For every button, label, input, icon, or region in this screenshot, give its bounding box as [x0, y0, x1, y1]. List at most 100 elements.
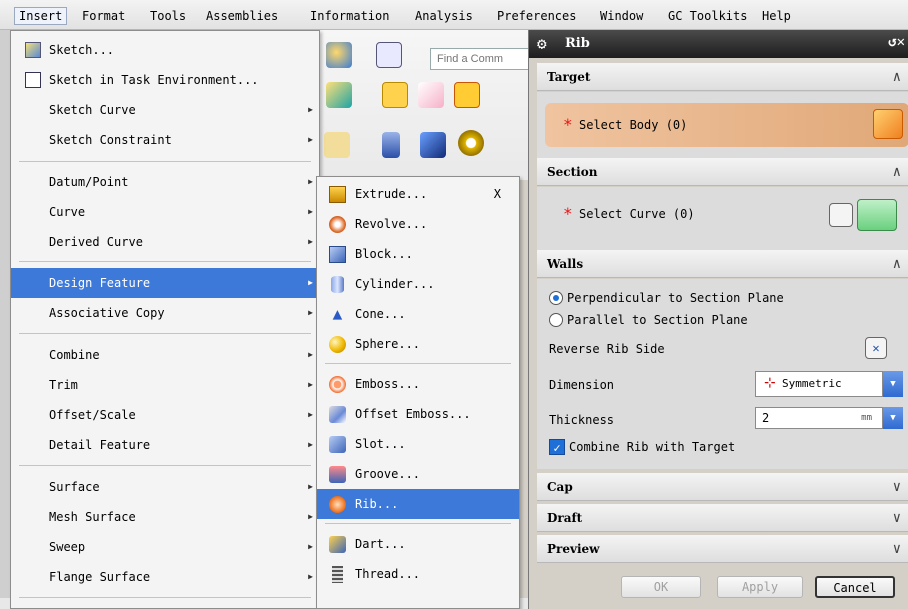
menu-item-sketch[interactable]: Sketch...	[11, 35, 319, 65]
thickness-input[interactable]: 2 mm	[755, 407, 883, 429]
menu-tools[interactable]: Tools	[146, 7, 190, 25]
menu-item-sketch-constraint[interactable]: Sketch Constraint ▶	[11, 125, 319, 155]
select-body-label: Select Body (0)	[579, 118, 688, 132]
extrude-tool-icon[interactable]	[382, 82, 408, 108]
menu-item-offset-scale[interactable]: Offset/Scale ▶	[11, 400, 319, 430]
menu-item-rib[interactable]: Rib...	[317, 489, 519, 519]
revolve-tool-icon[interactable]	[418, 82, 444, 108]
reset-close-icon[interactable]: ↺✕	[888, 34, 905, 50]
section-header-preview[interactable]: Preview ∨	[537, 535, 908, 563]
menu-item-detail-feature[interactable]: Detail Feature ▶	[11, 430, 319, 460]
section-header-cap[interactable]: Cap ∨	[537, 473, 908, 501]
select-body-cube-icon[interactable]	[873, 109, 903, 139]
radio-perpendicular[interactable]	[549, 291, 563, 305]
radio-parallel[interactable]	[549, 313, 563, 327]
spring-tool-icon[interactable]	[458, 130, 484, 156]
submenu-arrow-icon: ▶	[308, 177, 313, 186]
menu-item-block[interactable]: Block...	[317, 239, 519, 269]
section-header-draft[interactable]: Draft ∨	[537, 504, 908, 532]
menu-item-surface[interactable]: Surface ▶	[11, 472, 319, 502]
menu-item-extrude[interactable]: Extrude... X	[317, 179, 519, 209]
hole-tool-icon[interactable]	[324, 132, 350, 158]
menu-item-thread[interactable]: Thread...	[317, 559, 519, 589]
sketch-section-icon[interactable]	[829, 203, 853, 227]
menu-item-revolve[interactable]: Revolve...	[317, 209, 519, 239]
thread-tool-icon[interactable]	[420, 132, 446, 158]
menu-item-label: Mesh Surface	[49, 510, 136, 524]
sketch-tool-icon[interactable]	[326, 82, 352, 108]
menu-item-emboss[interactable]: Emboss...	[317, 369, 519, 399]
reverse-direction-icon[interactable]: ✕	[865, 337, 887, 359]
apply-button[interactable]: Apply	[717, 576, 803, 598]
menu-item-cylinder[interactable]: Cylinder...	[317, 269, 519, 299]
menu-format[interactable]: Format	[78, 7, 129, 25]
command-search-input[interactable]	[430, 48, 535, 70]
menu-insert[interactable]: Insert	[14, 7, 68, 25]
submenu-arrow-icon: ▶	[308, 482, 313, 491]
menu-preferences[interactable]: Preferences	[493, 7, 580, 25]
section-title: Walls	[547, 257, 584, 271]
menu-assemblies[interactable]: Assemblies	[202, 7, 282, 25]
menu-item-sphere[interactable]: Sphere...	[317, 329, 519, 359]
menu-item-combine[interactable]: Combine ▶	[11, 340, 319, 370]
chevron-down-icon: ∨	[892, 541, 901, 557]
cylinder-tool-icon[interactable]	[382, 132, 400, 158]
thickness-value: 2	[762, 411, 770, 425]
menu-item-label: Groove...	[355, 467, 421, 481]
menu-separator	[325, 363, 511, 364]
section-header-target[interactable]: Target ∧	[537, 63, 908, 91]
menu-item-datum-point[interactable]: Datum/Point ▶	[11, 167, 319, 197]
menu-item-groove[interactable]: Groove...	[317, 459, 519, 489]
menu-item-curve[interactable]: Curve ▶	[11, 197, 319, 227]
view-orient-icon[interactable]	[326, 42, 352, 68]
menu-item-label: Offset/Scale	[49, 408, 136, 422]
menu-item-label: Design Feature	[49, 276, 151, 290]
menu-window[interactable]: Window	[596, 7, 647, 25]
menu-item-slot[interactable]: Slot...	[317, 429, 519, 459]
sweep-tool-icon[interactable]	[454, 82, 480, 108]
menu-item-label: Derived Curve	[49, 235, 143, 249]
dialog-title: Rib	[565, 36, 590, 51]
menu-item-mesh-surface[interactable]: Mesh Surface ▶	[11, 502, 319, 532]
combine-checkbox[interactable]: ✓	[549, 439, 565, 455]
menu-analysis[interactable]: Analysis	[411, 7, 477, 25]
menu-item-flange-surface[interactable]: Flange Surface ▶	[11, 562, 319, 592]
section-body-section: * Select Curve (0)	[537, 187, 908, 250]
menu-item-derived-curve[interactable]: Derived Curve ▶	[11, 227, 319, 257]
reverse-rib-side-label: Reverse Rib Side	[549, 342, 665, 356]
section-header-walls[interactable]: Walls ∧	[537, 250, 908, 278]
select-body-row[interactable]: * Select Body (0)	[545, 103, 908, 147]
menu-item-label: Cylinder...	[355, 277, 435, 291]
menu-item-associative-copy[interactable]: Associative Copy ▶	[11, 298, 319, 328]
gear-icon[interactable]: ⚙	[537, 35, 547, 53]
menu-item-offset-emboss[interactable]: Offset Emboss...	[317, 399, 519, 429]
menu-help[interactable]: Help	[758, 7, 795, 25]
menu-item-label: Associative Copy	[49, 306, 165, 320]
chevron-down-icon[interactable]: ▼	[883, 371, 903, 397]
section-title: Draft	[547, 511, 583, 525]
cancel-button[interactable]: Cancel	[815, 576, 895, 598]
section-header-section[interactable]: Section ∧	[537, 158, 908, 186]
thickness-label: Thickness	[549, 413, 615, 427]
menu-information[interactable]: Information	[306, 7, 393, 25]
section-body-target: * Select Body (0)	[537, 92, 908, 158]
select-curve-label: Select Curve (0)	[579, 207, 695, 221]
menu-item-dart[interactable]: Dart...	[317, 529, 519, 559]
ok-button[interactable]: OK	[621, 576, 701, 598]
dimension-select[interactable]: ⊹ Symmetric	[755, 371, 883, 397]
thickness-menu-icon[interactable]: ▼	[883, 407, 903, 429]
section-title: Section	[547, 165, 598, 179]
menu-gc-toolkits[interactable]: GC Toolkits	[664, 7, 751, 25]
menu-item-trim[interactable]: Trim ▶	[11, 370, 319, 400]
thread-icon	[332, 566, 343, 583]
combine-label: Combine Rib with Target	[569, 440, 736, 454]
menu-item-sweep[interactable]: Sweep ▶	[11, 532, 319, 562]
chevron-up-icon: ∧	[892, 256, 901, 272]
snap-view-icon[interactable]	[376, 42, 402, 68]
curve-selection-icon[interactable]	[857, 199, 897, 231]
menu-item-sketch-curve[interactable]: Sketch Curve ▶	[11, 95, 319, 125]
menu-item-sketch-in-task[interactable]: Sketch in Task Environment...	[11, 65, 319, 95]
menu-item-design-feature[interactable]: Design Feature ▶	[11, 268, 319, 298]
menu-item-label: Trim	[49, 378, 78, 392]
menu-item-cone[interactable]: ▲ Cone...	[317, 299, 519, 329]
